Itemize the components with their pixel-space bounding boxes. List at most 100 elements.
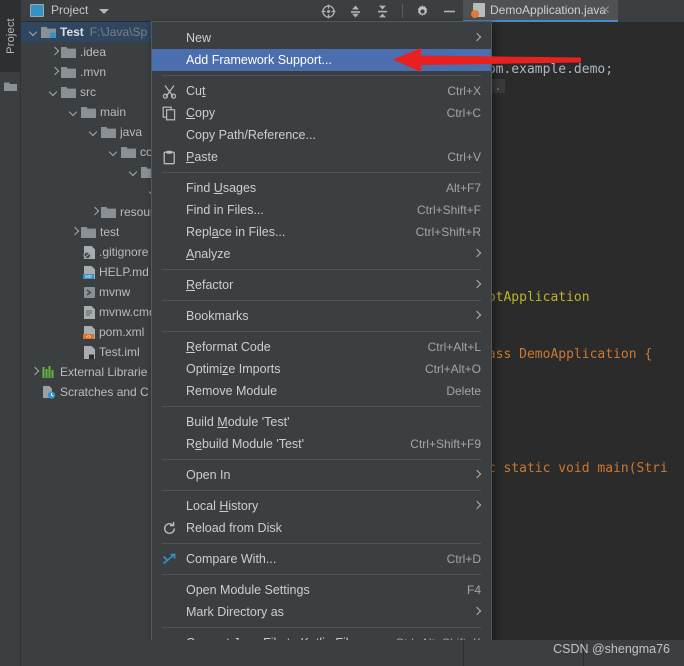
tool-window-tab-project[interactable]: Project bbox=[0, 0, 21, 72]
menu-item-label: Open Module Settings bbox=[186, 583, 310, 597]
chevron-down-icon[interactable] bbox=[69, 107, 80, 118]
menu-separator bbox=[162, 459, 481, 460]
context-menu[interactable]: New Add Framework Support... Cut Ctrl+X Copy… bbox=[151, 21, 492, 660]
menu-item-copy[interactable]: Copy Ctrl+C bbox=[152, 102, 491, 124]
menu-item-find-in-files[interactable]: Find in Files... Ctrl+Shift+F bbox=[152, 199, 491, 221]
chevron-down-icon[interactable] bbox=[109, 147, 120, 158]
locate-icon[interactable] bbox=[321, 4, 336, 19]
menu-item-label: Paste bbox=[186, 150, 218, 164]
menu-separator bbox=[162, 331, 481, 332]
folder-icon[interactable] bbox=[4, 78, 17, 91]
folder-icon bbox=[81, 226, 96, 238]
hide-panel-icon[interactable] bbox=[442, 4, 457, 19]
menu-item-bookmarks[interactable]: Bookmarks bbox=[152, 305, 491, 327]
chevron-right-icon[interactable] bbox=[89, 207, 100, 218]
watermark-text: CSDN @shengma76 bbox=[553, 642, 670, 656]
menu-separator bbox=[162, 269, 481, 270]
menu-item-open-in[interactable]: Open In bbox=[152, 464, 491, 486]
menu-item-remove-module[interactable]: Remove Module Delete bbox=[152, 380, 491, 402]
tree-row-label: pom.xml bbox=[99, 325, 145, 339]
menu-item-open-module-settings[interactable]: Open Module Settings F4 bbox=[152, 579, 491, 601]
collapse-all-icon[interactable] bbox=[375, 4, 390, 19]
menu-item-label: Analyze bbox=[186, 247, 231, 261]
menu-item-local-history[interactable]: Local History bbox=[152, 495, 491, 517]
menu-item-shortcut: Delete bbox=[446, 384, 481, 398]
chevron-right-icon[interactable] bbox=[49, 47, 60, 58]
menu-item-label: Open In bbox=[186, 468, 231, 482]
chevron-down-icon[interactable] bbox=[99, 9, 109, 14]
tree-twisty-spacer bbox=[69, 247, 80, 258]
menu-item-label: Compare With... bbox=[186, 552, 277, 566]
menu-item-refactor[interactable]: Refactor bbox=[152, 274, 491, 296]
menu-item-shortcut: Ctrl+X bbox=[447, 84, 481, 98]
menu-item-mark-directory-as[interactable]: Mark Directory as bbox=[152, 601, 491, 623]
menu-item-replace-in-files[interactable]: Replace in Files... Ctrl+Shift+R bbox=[152, 221, 491, 243]
menu-item-compare-with[interactable]: Compare With... Ctrl+D bbox=[152, 548, 491, 570]
code-editor[interactable]: com.example.demo; ootApplication lass De… bbox=[463, 22, 684, 666]
file-shell-icon bbox=[83, 286, 95, 299]
refresh-icon bbox=[162, 521, 177, 536]
chevron-down-icon[interactable] bbox=[49, 87, 60, 98]
tree-row-path: F:\Java\Sp bbox=[89, 25, 148, 39]
menu-item-label: Local History bbox=[186, 499, 259, 513]
expand-all-icon[interactable] bbox=[348, 4, 363, 19]
library-icon bbox=[42, 366, 55, 378]
file-iml-icon bbox=[83, 345, 95, 359]
chevron-right-icon[interactable] bbox=[69, 227, 80, 238]
tree-twisty-spacer bbox=[69, 327, 80, 338]
tree-row-label: src bbox=[80, 85, 96, 99]
menu-item-label: Copy bbox=[186, 106, 216, 120]
menu-item-label: Optimize Imports bbox=[186, 362, 281, 376]
code-line: ootApplication bbox=[480, 290, 590, 305]
folder-icon bbox=[61, 86, 76, 98]
menu-item-new[interactable]: New bbox=[152, 27, 491, 49]
file-xml-icon: <> bbox=[83, 325, 95, 339]
chevron-down-icon[interactable] bbox=[29, 27, 40, 38]
close-icon[interactable]: ✕ bbox=[600, 4, 611, 16]
tree-row-label: .idea bbox=[80, 45, 107, 59]
menu-item-add-framework-support[interactable]: Add Framework Support... bbox=[152, 49, 491, 71]
tree-row-label: External Librarie bbox=[60, 365, 148, 379]
menu-item-rebuild-module-test[interactable]: Rebuild Module 'Test' Ctrl+Shift+F9 bbox=[152, 433, 491, 455]
menu-separator bbox=[162, 172, 481, 173]
folder-icon bbox=[81, 106, 96, 118]
menu-item-reformat-code[interactable]: Reformat Code Ctrl+Alt+L bbox=[152, 336, 491, 358]
tree-row-label: Scratches and C bbox=[60, 385, 149, 399]
menu-item-cut[interactable]: Cut Ctrl+X bbox=[152, 80, 491, 102]
menu-item-optimize-imports[interactable]: Optimize Imports Ctrl+Alt+O bbox=[152, 358, 491, 380]
menu-item-label: Reformat Code bbox=[186, 340, 271, 354]
paste-icon bbox=[162, 150, 177, 165]
menu-item-build-module-test[interactable]: Build Module 'Test' bbox=[152, 411, 491, 433]
menu-item-reload-from-disk[interactable]: Reload from Disk bbox=[152, 517, 491, 539]
project-panel-header: Project bbox=[21, 0, 463, 22]
settings-gear-icon[interactable] bbox=[415, 4, 430, 19]
menu-separator bbox=[162, 490, 481, 491]
compare-icon bbox=[162, 552, 177, 567]
menu-item-shortcut: Ctrl+Shift+F bbox=[416, 203, 481, 217]
tree-twisty-spacer bbox=[69, 347, 80, 358]
tree-row-label: mvnw.cmd bbox=[99, 305, 156, 319]
menu-item-copy-path-reference[interactable]: Copy Path/Reference... bbox=[152, 124, 491, 146]
menu-item-find-usages[interactable]: Find Usages Alt+F7 bbox=[152, 177, 491, 199]
chevron-right-icon[interactable] bbox=[49, 67, 60, 78]
menu-item-label: Remove Module bbox=[186, 384, 278, 398]
chevron-down-icon[interactable] bbox=[129, 167, 140, 178]
menu-item-shortcut: Ctrl+Alt+L bbox=[427, 340, 481, 354]
menu-item-label: Find Usages bbox=[186, 181, 257, 195]
editor-tab-demoapplication[interactable]: DemoApplication.java ✕ bbox=[463, 0, 618, 22]
folder-icon bbox=[61, 46, 76, 58]
menu-item-shortcut: Ctrl+Shift+R bbox=[415, 225, 481, 239]
menu-item-analyze[interactable]: Analyze bbox=[152, 243, 491, 265]
menu-separator bbox=[162, 543, 481, 544]
menu-separator bbox=[162, 75, 481, 76]
file-cmd-icon bbox=[83, 305, 95, 319]
menu-item-paste[interactable]: Paste Ctrl+V bbox=[152, 146, 491, 168]
tree-twisty-spacer bbox=[29, 387, 40, 398]
menu-item-label: Rebuild Module 'Test' bbox=[186, 437, 305, 451]
svg-text:<>: <> bbox=[86, 334, 92, 339]
chevron-down-icon[interactable] bbox=[89, 127, 100, 138]
chevron-right-icon[interactable] bbox=[29, 367, 40, 378]
